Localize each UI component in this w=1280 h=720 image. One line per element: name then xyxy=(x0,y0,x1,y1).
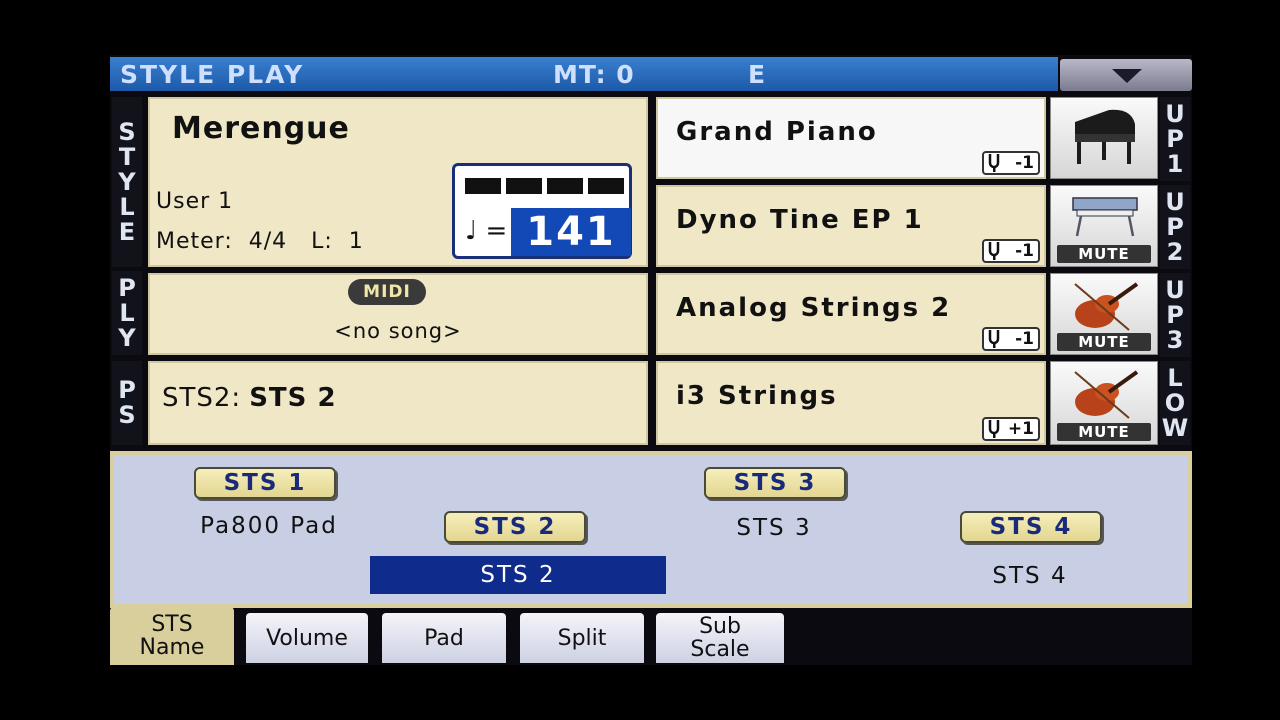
sts-panel: STS 1 STS 2 STS 3 STS 4 Pa800 Pad STS 2 … xyxy=(110,451,1192,608)
sts-current-name: STS 2 xyxy=(249,383,337,413)
tempo-symbol: ♩ = xyxy=(465,216,508,246)
song-name: <no song> xyxy=(334,319,462,343)
side-label-low: LOW xyxy=(1160,361,1190,445)
tab-split[interactable]: Split xyxy=(520,613,644,663)
side-label-style: STYLE xyxy=(112,97,142,267)
page-title: STYLE PLAY xyxy=(120,60,305,89)
tab-label: Volume xyxy=(266,625,348,651)
track-up1[interactable]: Grand Piano -1 xyxy=(656,97,1046,179)
violin-icon xyxy=(1074,282,1139,331)
sts-1-button[interactable]: STS 1 xyxy=(194,467,336,499)
style-play-screen: STYLE PLAY MT: 0 E STYLE PLY PS UP1 UP2 … xyxy=(110,55,1192,665)
sts-4-name[interactable]: STS 4 xyxy=(930,563,1130,589)
octave-indicator: +1 xyxy=(982,417,1040,441)
octave-indicator: -1 xyxy=(982,327,1040,351)
sts-1-name[interactable]: Pa800 Pad xyxy=(154,513,384,539)
sts-current: STS2: STS 2 xyxy=(162,383,337,413)
tab-sub-scale[interactable]: Sub Scale xyxy=(656,613,784,663)
tab-volume[interactable]: Volume xyxy=(246,613,368,663)
instrument-button-up1[interactable] xyxy=(1050,97,1158,179)
instrument-button-up2[interactable]: MUTE xyxy=(1050,185,1158,267)
tab-label: Split xyxy=(557,625,607,651)
track-low[interactable]: i3 Strings +1 xyxy=(656,361,1046,445)
side-label-player: PLY xyxy=(112,271,142,355)
side-label-up2: UP2 xyxy=(1160,185,1190,269)
beat-indicator xyxy=(465,178,624,194)
chevron-down-icon xyxy=(1112,69,1142,83)
track-up3[interactable]: Analog Strings 2 -1 xyxy=(656,273,1046,355)
side-label-ps: PS xyxy=(112,361,142,445)
track-up2[interactable]: Dyno Tine EP 1 -1 xyxy=(656,185,1046,267)
tab-pad[interactable]: Pad xyxy=(382,613,506,663)
header-bar: STYLE PLAY MT: 0 E xyxy=(110,57,1058,91)
track-name: i3 Strings xyxy=(676,381,838,411)
tuning-fork-icon xyxy=(988,330,1000,348)
side-label-up3: UP3 xyxy=(1160,273,1190,357)
tuning-fork-icon xyxy=(988,420,1000,438)
tuning-fork-icon xyxy=(988,154,1000,172)
style-name: Merengue xyxy=(172,111,350,146)
tab-label: Name xyxy=(139,635,205,660)
master-transpose: MT: 0 xyxy=(553,60,635,89)
mute-badge: MUTE xyxy=(1057,245,1151,263)
tempo-box[interactable]: ♩ = 141 xyxy=(452,163,632,259)
instrument-button-low[interactable]: MUTE xyxy=(1050,361,1158,445)
key-indicator: E xyxy=(748,60,766,89)
track-name: Dyno Tine EP 1 xyxy=(676,205,924,235)
tempo-value[interactable]: 141 xyxy=(511,208,631,256)
tab-label: Pad xyxy=(424,625,464,651)
electric-piano-icon xyxy=(1072,197,1138,237)
tab-label: Sub xyxy=(699,614,741,639)
track-name: Analog Strings 2 xyxy=(676,293,952,323)
sts-3-name[interactable]: STS 3 xyxy=(674,515,874,541)
mute-badge: MUTE xyxy=(1057,333,1151,351)
tuning-fork-icon xyxy=(988,242,1000,260)
sts-prefix: STS2: xyxy=(162,383,242,413)
style-panel[interactable]: Merengue User 1 Meter: 4/4 L: 1 ♩ = 141 xyxy=(148,97,648,267)
style-meter: Meter: 4/4 L: 1 xyxy=(156,229,364,254)
tab-label: STS xyxy=(151,612,193,637)
octave-indicator: -1 xyxy=(982,151,1040,175)
sts-4-button[interactable]: STS 4 xyxy=(960,511,1102,543)
ps-panel[interactable]: STS2: STS 2 xyxy=(148,361,648,445)
tab-sts-name[interactable]: STS Name xyxy=(110,607,234,665)
instrument-button-up3[interactable]: MUTE xyxy=(1050,273,1158,355)
page-menu-button[interactable] xyxy=(1060,59,1192,91)
track-name: Grand Piano xyxy=(676,117,878,147)
octave-indicator: -1 xyxy=(982,239,1040,263)
style-bank: User 1 xyxy=(156,189,234,214)
sts-2-name[interactable]: STS 2 xyxy=(370,556,666,594)
violin-icon xyxy=(1074,370,1139,419)
midi-badge: MIDI xyxy=(348,279,426,305)
tab-label: Scale xyxy=(690,637,750,662)
grand-piano-icon xyxy=(1075,109,1135,164)
sts-3-button[interactable]: STS 3 xyxy=(704,467,846,499)
side-label-up1: UP1 xyxy=(1160,97,1190,181)
mute-badge: MUTE xyxy=(1057,423,1151,441)
sts-2-button[interactable]: STS 2 xyxy=(444,511,586,543)
player-panel[interactable]: MIDI <no song> xyxy=(148,273,648,355)
